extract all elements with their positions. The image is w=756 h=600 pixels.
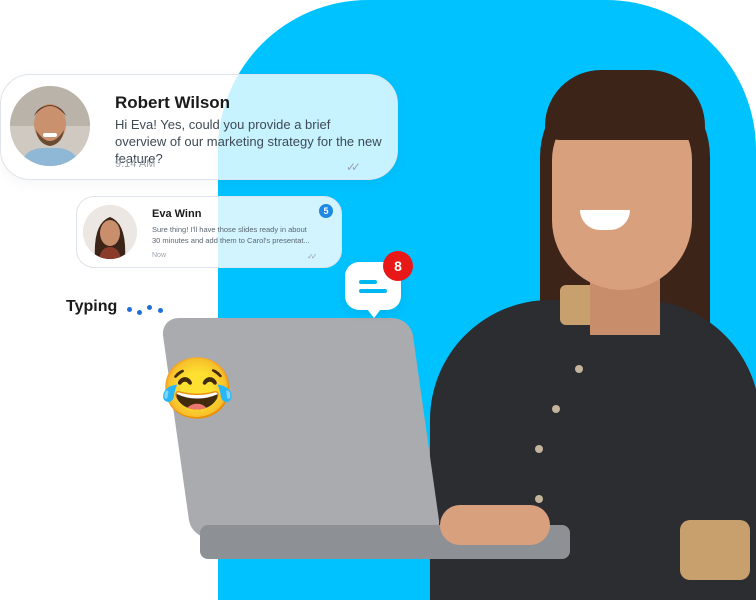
avatar-woman-icon	[83, 205, 137, 259]
typing-indicator: Typing	[66, 298, 167, 316]
shirt-button	[575, 365, 583, 373]
unread-count-badge: 5	[319, 204, 333, 218]
typing-dot	[137, 310, 143, 315]
double-check-icon: ✓✓	[346, 160, 361, 174]
bubble-line	[359, 289, 387, 293]
shirt-button	[535, 445, 543, 453]
notification-count-badge: 8	[383, 251, 413, 281]
typing-label: Typing	[66, 298, 118, 315]
sender-name: Eva Winn	[152, 208, 202, 220]
typing-dots-icon	[127, 300, 167, 315]
sleeve-cuff	[680, 520, 750, 580]
message-preview: Sure thing! I'll have those slides ready…	[152, 224, 332, 246]
hand	[440, 505, 550, 545]
bubble-line	[359, 280, 377, 284]
sender-name: Robert Wilson	[115, 93, 231, 112]
message-card-eva[interactable]: Eva Winn Sure thing! I'll have those sli…	[76, 196, 342, 268]
avatar	[83, 205, 137, 259]
message-preview-line: 30 minutes and add them to Carol's prese…	[152, 236, 310, 245]
message-card-robert[interactable]: Robert Wilson Hi Eva! Yes, could you pro…	[0, 74, 398, 180]
message-time: 9:14 AM	[115, 158, 156, 170]
message-text: Hi Eva! Yes, could you provide a brief o…	[115, 117, 382, 166]
typing-dot	[127, 307, 133, 312]
typing-dot	[158, 308, 164, 313]
typing-dot	[147, 305, 153, 310]
hair-top	[545, 70, 705, 140]
avatar-man-icon	[10, 86, 90, 166]
shirt-button	[535, 495, 543, 503]
laughing-emoji-icon: 😂	[160, 355, 235, 422]
shirt-button	[552, 405, 560, 413]
message-preview-line: Sure thing! I'll have those slides ready…	[152, 225, 307, 234]
double-check-icon: ✓✓	[307, 252, 318, 261]
avatar	[10, 86, 90, 166]
laptop-screen	[160, 318, 442, 538]
message-time: Now	[152, 252, 167, 259]
